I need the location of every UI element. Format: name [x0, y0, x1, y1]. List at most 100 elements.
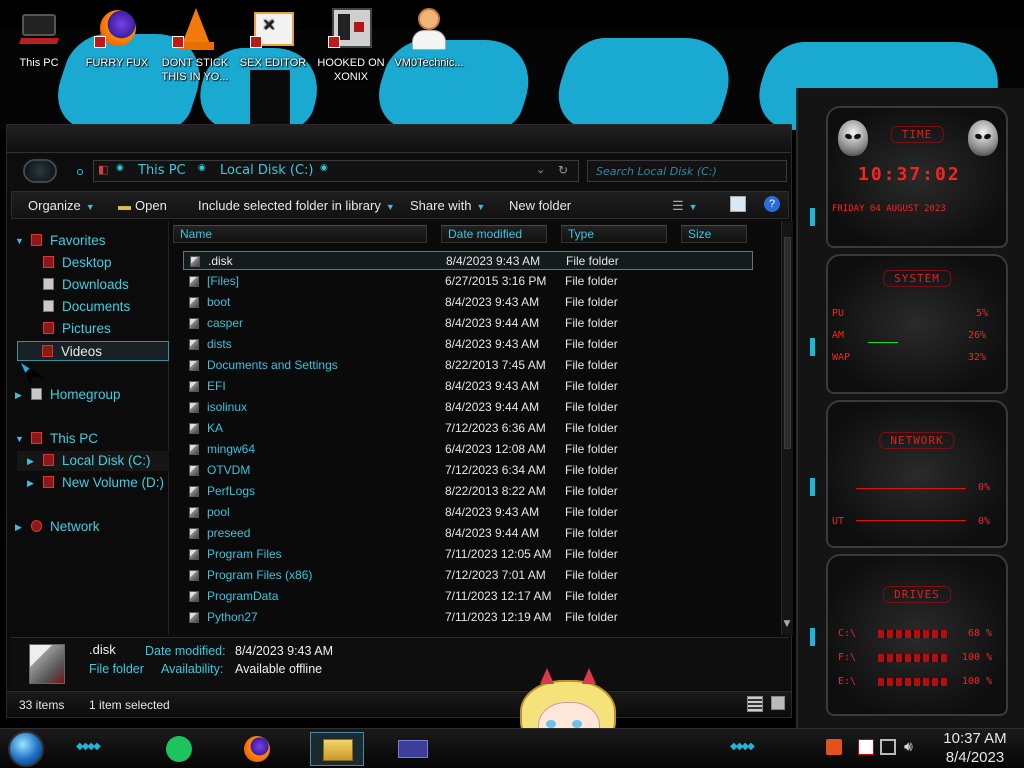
- details-pane: .disk File folder Date modified: 8/4/202…: [11, 637, 789, 689]
- expand-arrow-icon: ▶: [27, 478, 34, 488]
- file-row[interactable]: pool 8/4/2023 9:43 AM File folder: [183, 503, 753, 522]
- share-with-menu[interactable]: Share with ▼: [410, 198, 485, 213]
- taskbar-app-window[interactable]: [386, 732, 440, 766]
- nav-favorites[interactable]: ▼ Favorites: [15, 231, 106, 251]
- search-input[interactable]: Search Local Disk (C:): [587, 160, 787, 182]
- desktop-icon-vm0technic[interactable]: VM0Technic...: [390, 6, 468, 70]
- tray-action-center-icon[interactable]: [858, 739, 874, 755]
- nav-desktop[interactable]: Desktop: [43, 253, 112, 273]
- taskbar-clock[interactable]: 10:37 AM 8/4/2023: [930, 729, 1020, 767]
- include-label: Include selected folder in library: [198, 198, 381, 213]
- file-row[interactable]: Documents and Settings 8/22/2013 7:45 AM F…: [183, 356, 753, 375]
- scroll-down-arrow-icon[interactable]: ▼: [781, 619, 793, 635]
- file-row[interactable]: KA 7/12/2023 6:36 AM File folder: [183, 419, 753, 438]
- recent-pages-dot-icon[interactable]: [77, 169, 83, 175]
- refresh-icon[interactable]: ↻: [558, 163, 568, 177]
- file-row[interactable]: boot 8/4/2023 9:43 AM File folder: [183, 293, 753, 312]
- file-row[interactable]: EFI 8/4/2023 9:43 AM File folder: [183, 377, 753, 396]
- file-row[interactable]: ProgramData 7/11/2023 12:17 AM File folder: [183, 587, 753, 606]
- file-name: Python27: [207, 610, 258, 624]
- desktop-icon-vlc[interactable]: DONT STICK THIS IN YO...: [156, 6, 234, 84]
- window-titlebar[interactable]: [7, 125, 791, 153]
- file-row[interactable]: [Files] 6/27/2015 3:16 PM File folder: [183, 272, 753, 291]
- file-row[interactable]: Program Files 7/11/2023 12:05 AM File fold…: [183, 545, 753, 564]
- desktop-icon-this-pc[interactable]: This PC: [0, 6, 78, 70]
- nav-label: Local Disk (C:): [62, 453, 151, 468]
- column-header-name[interactable]: Name: [173, 225, 427, 243]
- breadcrumb-local-disk[interactable]: Local Disk (C:): [220, 163, 313, 178]
- file-date: 6/27/2015 3:16 PM: [445, 274, 547, 288]
- download-icon: [43, 278, 54, 290]
- view-options-icon[interactable]: ☰ ▼: [672, 198, 698, 214]
- new-folder-button[interactable]: New folder: [509, 198, 571, 213]
- file-row[interactable]: Python27 7/11/2023 12:19 AM File folder: [183, 608, 753, 627]
- file-row[interactable]: PerfLogs 8/22/2013 8:22 AM File folder: [183, 482, 753, 501]
- file-row[interactable]: casper 8/4/2023 9:44 AM File folder: [183, 314, 753, 333]
- network-icon: [31, 520, 42, 532]
- drive-usage-bar: [878, 654, 948, 662]
- nav-pictures[interactable]: Pictures: [43, 319, 111, 339]
- file-row[interactable]: isolinux 8/4/2023 9:44 AM File folder: [183, 398, 753, 417]
- desktop-icon-hooked-on-xonix[interactable]: HOOKED ON XONIX: [312, 6, 390, 84]
- tray-network-icon[interactable]: [880, 739, 896, 755]
- star-icon: [31, 234, 42, 246]
- preview-pane-icon[interactable]: [730, 196, 746, 212]
- nav-label: Documents: [62, 299, 131, 314]
- vertical-scrollbar[interactable]: [781, 221, 793, 635]
- desktop-icon-furry-fux[interactable]: FURRY FUX: [78, 6, 156, 70]
- help-icon[interactable]: ?: [764, 196, 780, 212]
- tray-volume-icon[interactable]: 🔊︎: [904, 739, 920, 755]
- file-row[interactable]: mingw64 6/4/2023 12:08 AM File folder: [183, 440, 753, 459]
- scrollbar-thumb[interactable]: [784, 237, 791, 449]
- file-row[interactable]: dists 8/4/2023 9:43 AM File folder: [183, 335, 753, 354]
- file-row[interactable]: preseed 8/4/2023 9:44 AM File folder: [183, 524, 753, 543]
- address-bar[interactable]: ◧ ◉ This PC ◉ Local Disk (C:) ◉ ⌄ ↻: [93, 160, 579, 182]
- folder-icon: [190, 256, 200, 267]
- file-row[interactable]: Program Files (x86) 7/12/2023 7:01 AM File…: [183, 566, 753, 585]
- time-gadget[interactable]: TIME 10:37:02 FRIDAY 04 AUGUST 2023: [826, 106, 1008, 248]
- taskbar-app-explorer[interactable]: [310, 732, 364, 766]
- notes-app-icon: [166, 736, 192, 762]
- network-gadget[interactable]: NETWORK 0% UT 0%: [826, 400, 1008, 548]
- nav-downloads[interactable]: Downloads: [43, 275, 129, 295]
- column-header-date[interactable]: Date modified: [441, 225, 547, 243]
- include-in-library-menu[interactable]: Include selected folder in library ▼: [198, 198, 395, 213]
- nav-local-disk[interactable]: ▶ Local Disk (C:): [17, 451, 169, 471]
- file-row[interactable]: OTVDM 7/12/2023 6:34 AM File folder: [183, 461, 753, 480]
- nav-documents[interactable]: Documents: [43, 297, 130, 317]
- breadcrumb-this-pc[interactable]: This PC: [138, 163, 186, 178]
- led-indicator: [810, 628, 815, 646]
- nav-new-volume[interactable]: ▶ New Volume (D:): [27, 473, 164, 493]
- caret-down-icon: ▼: [85, 202, 95, 212]
- graph-line: [856, 488, 966, 489]
- nav-label: Desktop: [62, 255, 112, 270]
- open-button[interactable]: ▬ Open: [118, 198, 167, 213]
- details-view-icon[interactable]: [747, 696, 763, 712]
- dropdown-chevron-icon[interactable]: ⌄: [536, 163, 545, 176]
- column-header-type[interactable]: Type: [561, 225, 667, 243]
- nav-network[interactable]: ▶ Network: [15, 517, 100, 537]
- back-forward-orb-icon[interactable]: [23, 159, 57, 183]
- clock-time: 10:37 AM: [943, 730, 1007, 747]
- start-orb-icon[interactable]: [8, 731, 44, 767]
- nav-videos[interactable]: Videos: [17, 341, 169, 361]
- nav-label: Videos: [61, 344, 103, 359]
- drives-gadget[interactable]: DRIVES C:\ 68 % F:\ 100 % E:\ 100 %: [826, 554, 1008, 716]
- large-icons-view-icon[interactable]: [771, 696, 785, 710]
- details-date-value: 8/4/2023 9:43 AM: [235, 644, 333, 658]
- file-row[interactable]: .disk 8/4/2023 9:43 AM File folder: [183, 251, 753, 270]
- nav-homegroup[interactable]: ▶ Homegroup: [15, 385, 121, 405]
- desktop-icon-sex-editor[interactable]: ✕ SEX EDITOR: [234, 6, 312, 70]
- tray-java-icon[interactable]: [826, 739, 842, 755]
- breadcrumb-separator-icon: ◉: [198, 163, 206, 173]
- taskbar-app-firefox[interactable]: [240, 732, 274, 766]
- organize-menu[interactable]: Organize ▼: [28, 198, 95, 213]
- folder-icon: [189, 339, 199, 350]
- column-header-size[interactable]: Size: [681, 225, 747, 243]
- system-gadget[interactable]: SYSTEM PU 5% AM 26% WAP 32%: [826, 254, 1008, 394]
- taskbar-app-green[interactable]: [162, 732, 196, 766]
- time-gadget-title: TIME: [890, 126, 944, 143]
- nav-this-pc[interactable]: ▼ This PC: [15, 429, 98, 449]
- command-bar: Organize ▼ ▬ Open Include selected folder …: [11, 191, 789, 219]
- file-date: 7/12/2023 7:01 AM: [445, 568, 546, 582]
